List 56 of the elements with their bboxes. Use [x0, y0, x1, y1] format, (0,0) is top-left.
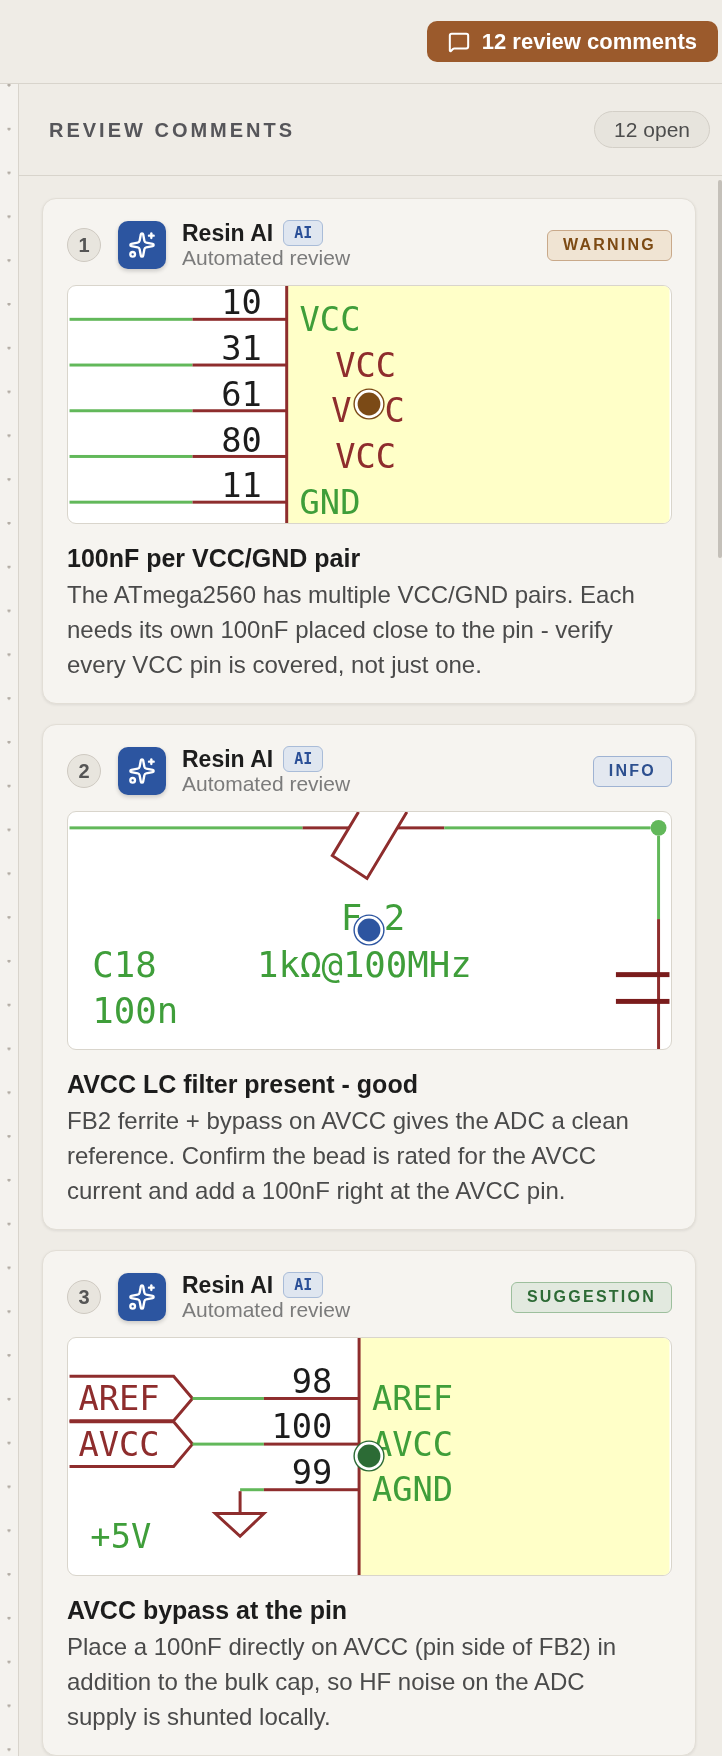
component-value: 100n	[92, 989, 179, 1031]
severity-badge: INFO	[592, 755, 672, 787]
ai-badge: AI	[283, 746, 324, 772]
pin-name: AGND	[372, 1470, 454, 1510]
pin-name: C	[384, 391, 405, 431]
component-reference: F	[340, 896, 363, 938]
component-reference: C18	[92, 944, 157, 986]
author-subtitle: Automated review	[182, 246, 351, 270]
number-badge: 1	[67, 228, 101, 262]
pin-name: VCC	[335, 436, 397, 476]
number-badge: 3	[67, 1280, 101, 1314]
comment-body: The ATmega2560 has multiple VCC/GND pairs. Each needs its own 100nF placed close to the pin - verify every VCC pin is covered, not just one.	[67, 580, 636, 680]
pin-number: 11	[221, 466, 262, 506]
pin-number: 99	[291, 1452, 333, 1492]
ground-symbol	[211, 1491, 268, 1539]
pin-number: 100	[271, 1407, 333, 1447]
pin-number: 61	[221, 374, 262, 414]
scrollbar-thumb[interactable]	[718, 180, 722, 558]
dot-marker-icon	[353, 388, 385, 420]
review-comments-button[interactable]: 12 review comments	[426, 21, 718, 62]
pin-number: 31	[221, 329, 262, 369]
pin-name: V	[331, 391, 352, 431]
pin-number: 98	[291, 1361, 333, 1401]
pin-number: 80	[221, 420, 262, 460]
sparkle-icon	[118, 1273, 166, 1321]
sparkle-icon	[118, 221, 166, 269]
hierarchical-label: AVCC	[69, 1420, 195, 1468]
pin-name: VCC	[335, 345, 397, 385]
pin-name: AREF	[372, 1379, 454, 1418]
hierarchical-label: AREF	[69, 1374, 195, 1423]
severity-badge: WARNING	[547, 229, 672, 261]
comment-body: Place a 100nF directly on AVCC (pin side of FB2) in addition to the bulk cap, so HF noise on the ADC supply is shunted locally.	[67, 1632, 618, 1732]
author-name: Resin AI	[182, 220, 274, 246]
component-reference: 2	[383, 896, 406, 938]
severity-badge: SUGGESTION	[510, 1281, 672, 1313]
pin-name: GND	[299, 482, 361, 522]
comment-title: AVCC LC filter present - good	[67, 1069, 419, 1099]
author-subtitle: Automated review	[182, 1298, 351, 1322]
author-name: Resin AI	[182, 1272, 274, 1298]
author-subtitle: Automated review	[182, 772, 351, 796]
comment-body: FB2 ferrite + bypass on AVCC gives the ADC a clean reference. Confirm the bead is rated for the AVCC current and add a 100nF right at the AVCC pin.	[67, 1106, 630, 1206]
open-count-badge: 12 open	[594, 111, 710, 148]
speech-bubble-icon	[447, 30, 470, 53]
author-name: Resin AI	[182, 746, 274, 772]
component-value: 1kΩ@100MHz	[256, 944, 472, 986]
power-label: +5V	[90, 1516, 152, 1556]
pin-name: VCC	[299, 299, 361, 339]
comment-title: 100nF per VCC/GND pair	[67, 543, 362, 573]
ai-badge: AI	[283, 220, 324, 246]
panel-title: REVIEW COMMENTS	[49, 117, 296, 143]
number-badge: 2	[67, 754, 101, 788]
sparkle-icon	[118, 747, 166, 795]
ai-badge: AI	[283, 1272, 324, 1298]
junction-dot-icon	[650, 819, 667, 836]
pin-number: 10	[221, 286, 262, 323]
comment-title: AVCC bypass at the pin	[67, 1595, 349, 1625]
